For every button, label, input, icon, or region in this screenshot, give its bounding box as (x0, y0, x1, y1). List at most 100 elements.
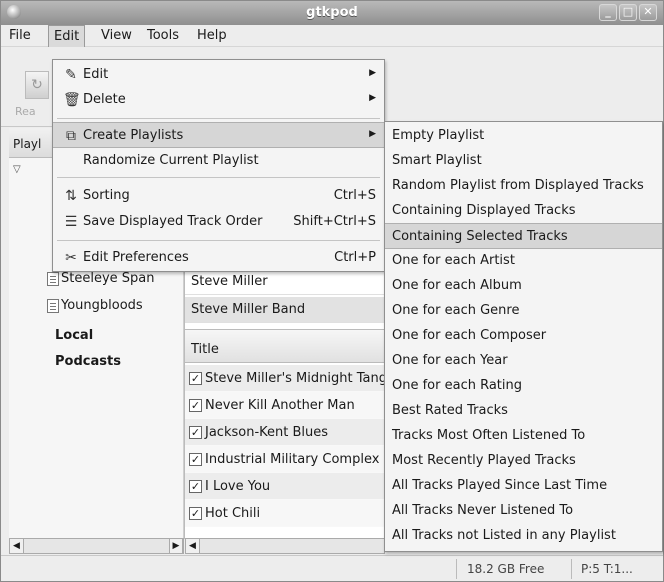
minimize-button[interactable]: _ (599, 4, 617, 21)
window-title: gtkpod (306, 5, 358, 20)
submenu-item-label: All Tracks not Listed in any Playlist (392, 528, 616, 543)
submenu-item[interactable]: Tracks Most Often Listened To (385, 423, 662, 449)
edit-icon: ✎ (65, 67, 77, 83)
menu-item-edit[interactable]: ✎ Edit ▶ (53, 62, 384, 88)
artist-row[interactable]: Steve Miller Band (185, 297, 385, 323)
submenu-item-label: Smart Playlist (392, 153, 482, 168)
menu-item-preferences[interactable]: ✂ Edit Preferences Ctrl+P (53, 245, 384, 271)
scroll-right-icon[interactable]: ▶ (169, 539, 183, 553)
submenu-item[interactable]: Random Playlist from Displayed Tracks (385, 173, 662, 199)
menu-item-label: Delete (83, 92, 126, 107)
menu-file[interactable]: File (9, 28, 31, 43)
submenu-arrow-icon: ▶ (369, 93, 376, 103)
track-title: Industrial Military Complex (205, 451, 380, 467)
playlist-icon (47, 298, 59, 313)
sort-icon: ⇅ (65, 188, 77, 204)
section-podcasts[interactable]: Podcasts (55, 354, 121, 369)
submenu-item[interactable]: One for each Album (385, 273, 662, 299)
track-row[interactable]: ✓ Steve Miller's Midnight Tango (185, 365, 385, 392)
playlist-item[interactable]: Steeleye Span (47, 271, 155, 286)
artist-track-pane: Steve Miller Steve Miller Band Title ✓ S… (184, 269, 385, 539)
submenu-item-label: All Tracks Never Listened To (392, 503, 574, 518)
submenu-item[interactable]: Best Rated Tracks (385, 398, 662, 424)
track-title: Never Kill Another Man (205, 397, 355, 413)
submenu-item[interactable]: One for each Genre (385, 298, 662, 324)
submenu-item[interactable]: Most Recently Played Tracks (385, 448, 662, 474)
shortcut-label: Shift+Ctrl+S (293, 214, 376, 229)
submenu-item[interactable]: All Tracks not Listed in any Playlist (385, 523, 662, 549)
submenu-item[interactable]: Containing Displayed Tracks (385, 198, 662, 224)
menu-item-delete[interactable]: 🗑 Delete ▶ (53, 87, 384, 113)
section-local[interactable]: Local (55, 328, 93, 343)
playlist-icon (47, 271, 59, 286)
track-row[interactable]: ✓ I Love You (185, 473, 385, 500)
playlist-header-label: Playl (13, 137, 42, 151)
maximize-button[interactable]: □ (619, 4, 637, 21)
submenu-item[interactable]: All Tracks Played Since Last Time (385, 473, 662, 499)
menu-item-label: Edit (83, 67, 109, 82)
menu-help[interactable]: Help (197, 28, 227, 43)
submenu-item-label: Most Recently Played Tracks (392, 453, 576, 468)
free-space-status: 18.2 GB Free (467, 562, 545, 576)
submenu-item[interactable]: Smart Playlist (385, 148, 662, 174)
read-ipod-icon[interactable]: ↻ (25, 71, 49, 99)
close-button[interactable]: ✕ (639, 4, 657, 21)
submenu-item[interactable]: One for each Composer (385, 323, 662, 349)
submenu-item-label: Empty Playlist (392, 128, 485, 143)
submenu-item[interactable]: One for each Artist (385, 248, 662, 274)
menu-item-save-order[interactable]: ☰ Save Displayed Track Order Shift+Ctrl+… (53, 209, 384, 235)
submenu-item[interactable]: Empty Playlist (385, 123, 662, 149)
submenu-item[interactable]: One for each Rating (385, 373, 662, 399)
submenu-item-label: Containing Selected Tracks (392, 229, 568, 244)
track-row[interactable]: ✓ Hot Chili (185, 500, 385, 527)
track-title: I Love You (205, 478, 271, 494)
checkbox-icon[interactable]: ✓ (189, 425, 202, 439)
save-list-icon: ☰ (64, 214, 78, 230)
menu-item-label: Randomize Current Playlist (83, 153, 259, 168)
submenu-item-label: All Tracks Played Since Last Time (392, 478, 608, 493)
trash-icon: 🗑 (63, 92, 81, 108)
track-row[interactable]: ✓ Industrial Military Complex (185, 446, 385, 473)
edit-menu: ✎ Edit ▶ 🗑 Delete ▶ ⧉ Create Playlists ▶… (52, 59, 385, 272)
submenu-item[interactable]: One for each Year (385, 348, 662, 374)
menu-item-label: Edit Preferences (83, 250, 189, 265)
checkbox-icon[interactable]: ✓ (189, 371, 202, 385)
pending-status: P:5 T:1... (581, 562, 633, 576)
playlist-scrollbar[interactable]: ◀ ▶ (9, 538, 184, 554)
expand-arrow-icon[interactable]: ▽ (13, 164, 21, 175)
menu-item-sorting[interactable]: ⇅ Sorting Ctrl+S (53, 183, 384, 209)
shortcut-label: Ctrl+S (333, 188, 376, 203)
artist-row[interactable]: Steve Miller (185, 269, 385, 295)
submenu-item-label: One for each Artist (392, 253, 515, 268)
submenu-item[interactable]: All Tracks Never Listened To (385, 498, 662, 524)
submenu-item-label: One for each Album (392, 278, 522, 293)
submenu-arrow-icon: ▶ (369, 68, 376, 78)
checkbox-icon[interactable]: ✓ (189, 398, 202, 412)
create-playlists-submenu: Empty Playlist Smart Playlist Random Pla… (384, 121, 663, 552)
track-scrollbar[interactable]: ◀ (185, 538, 385, 554)
checkbox-icon[interactable]: ✓ (189, 479, 202, 493)
track-title: Steve Miller's Midnight Tango (205, 370, 385, 386)
submenu-item-label: Best Rated Tracks (392, 403, 508, 418)
submenu-item-selected[interactable]: Containing Selected Tracks (385, 223, 662, 249)
playlist-item[interactable]: Youngbloods (47, 298, 143, 313)
track-title: Hot Chili (205, 505, 261, 521)
checkbox-icon[interactable]: ✓ (189, 506, 202, 520)
menu-tools[interactable]: Tools (147, 28, 179, 43)
track-row[interactable]: ✓ Jackson-Kent Blues (185, 419, 385, 446)
preferences-icon: ✂ (65, 250, 77, 266)
menu-item-label: Create Playlists (83, 128, 184, 143)
menu-item-randomize[interactable]: Randomize Current Playlist (53, 148, 384, 174)
menu-edit[interactable]: Edit (48, 25, 86, 47)
menu-item-create-playlists[interactable]: ⧉ Create Playlists ▶ (53, 122, 384, 148)
playlist-label: Youngbloods (61, 298, 143, 313)
submenu-item-label: One for each Rating (392, 378, 523, 393)
scroll-left-icon[interactable]: ◀ (186, 539, 200, 553)
menu-item-label: Sorting (83, 188, 130, 203)
playlist-copy-icon: ⧉ (66, 128, 76, 144)
scroll-left-icon[interactable]: ◀ (10, 539, 24, 553)
checkbox-icon[interactable]: ✓ (189, 452, 202, 466)
title-column-header[interactable]: Title (185, 329, 385, 363)
menu-view[interactable]: View (101, 28, 132, 43)
track-row[interactable]: ✓ Never Kill Another Man (185, 392, 385, 419)
